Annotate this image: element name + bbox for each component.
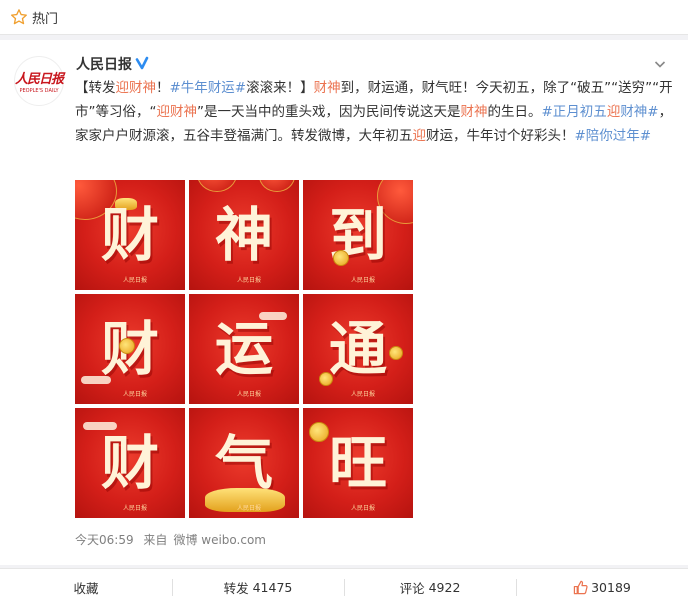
image-logo: 人民日报 [237,391,262,398]
text-part: 财运，牛年讨个好彩头！ [426,128,575,144]
like-count: 30189 [591,580,631,595]
coin-decoration [389,346,403,360]
avatar-logo-cn: 人民日报 [15,72,64,87]
image-logo: 人民日报 [351,277,376,284]
coin-decoration [333,250,349,266]
image-tile[interactable]: 气 人民日报 [189,408,299,518]
star-icon [10,9,27,25]
image-logo: 人民日报 [123,277,148,284]
image-character: 神 [214,201,273,269]
comment-count: 4922 [428,580,461,595]
coin-decoration [119,338,135,354]
favorite-label: 收藏 [73,581,99,596]
cloud-decoration [259,312,287,320]
image-tile[interactable]: 神 人民日报 [189,180,299,290]
image-grid: 财 人民日报 神 人民日报 到 人民日报 财 人民日报 运 人民日报 通 [75,180,413,518]
like-button[interactable]: 30189 [516,569,688,606]
image-tile[interactable]: 财 人民日报 [75,294,185,404]
repost-button[interactable]: 转发 41475 [172,569,344,606]
chevron-down-icon[interactable] [654,58,666,70]
text-part: 滚滚来！】 [246,80,314,96]
image-logo: 人民日报 [351,505,376,512]
image-tile[interactable]: 财 人民日报 [75,408,185,518]
lantern-decoration [197,180,237,192]
repost-label: 转发 [223,581,249,596]
image-tile[interactable]: 旺 人民日报 [303,408,413,518]
keyword-link[interactable]: 迎 [413,128,427,144]
favorite-button[interactable]: 收藏 [0,569,172,606]
image-logo: 人民日报 [123,391,148,398]
author-name[interactable]: 人民日报 [76,54,132,74]
keyword-link[interactable]: 迎财神 [116,80,157,96]
cloud-decoration [81,376,111,384]
image-character: 运 [214,315,273,383]
image-logo: 人民日报 [237,277,262,284]
keyword-link[interactable]: 迎财神 [157,104,198,120]
weibo-post-card: 人民日报 PEOPLE'S DAILY 人民日报 【转发迎财神！#牛年财运#滚滚… [0,40,688,565]
keyword-link[interactable]: 财神 [314,80,341,96]
comment-button[interactable]: 评论 4922 [344,569,516,606]
hashtag-link[interactable]: #正月初五 [542,104,607,120]
top-bar: 热门 [0,0,688,35]
hot-label[interactable]: 热门 [32,8,58,27]
source-prefix: 来自 [143,533,168,547]
post-meta: 今天06:59 来自 微博 weibo.com [75,531,272,548]
hashtag-link[interactable]: #陪你过年# [575,128,652,144]
image-logo: 人民日报 [351,391,376,398]
image-character: 旺 [328,429,387,497]
image-tile[interactable]: 到 人民日报 [303,180,413,290]
image-logo: 人民日报 [123,505,148,512]
thumbs-up-icon [573,580,588,595]
image-tile[interactable]: 财 人民日报 [75,180,185,290]
image-character: 到 [328,201,387,269]
avatar-logo-en: PEOPLE'S DAILY [19,88,59,94]
action-bar: 收藏 转发 41475 评论 4922 30189 [0,568,688,606]
image-character: 财 [100,429,159,497]
post-text: 【转发迎财神！#牛年财运#滚滚来！】财神到，财运通，财气旺！今天初五，除了“破五… [75,76,675,148]
avatar[interactable]: 人民日报 PEOPLE'S DAILY [14,56,64,106]
cloud-decoration [83,422,117,430]
image-tile[interactable]: 通 人民日报 [303,294,413,404]
coin-decoration [319,372,333,386]
text-part: ！ [156,80,170,96]
lantern-decoration [259,180,295,192]
text-part: 的生日。 [487,104,542,120]
image-character: 财 [100,201,159,269]
image-logo: 人民日报 [237,505,262,512]
post-time[interactable]: 今天06:59 [75,533,134,547]
text-part: ”是一天当中的重头戏，因为民间传说这天是 [197,104,461,120]
hashtag-link[interactable]: #牛年财运# [170,80,247,96]
keyword-link[interactable]: 财神 [461,104,488,120]
post-source[interactable]: 微博 weibo.com [173,533,266,547]
image-character: 气 [214,429,273,497]
keyword-link[interactable]: 迎 [607,104,621,120]
image-tile[interactable]: 运 人民日报 [189,294,299,404]
comment-label: 评论 [399,581,425,596]
repost-count: 41475 [252,580,293,595]
text-part: 【转发 [75,80,116,96]
hashtag-link[interactable]: 财神# [620,104,658,120]
verified-icon [134,55,150,71]
